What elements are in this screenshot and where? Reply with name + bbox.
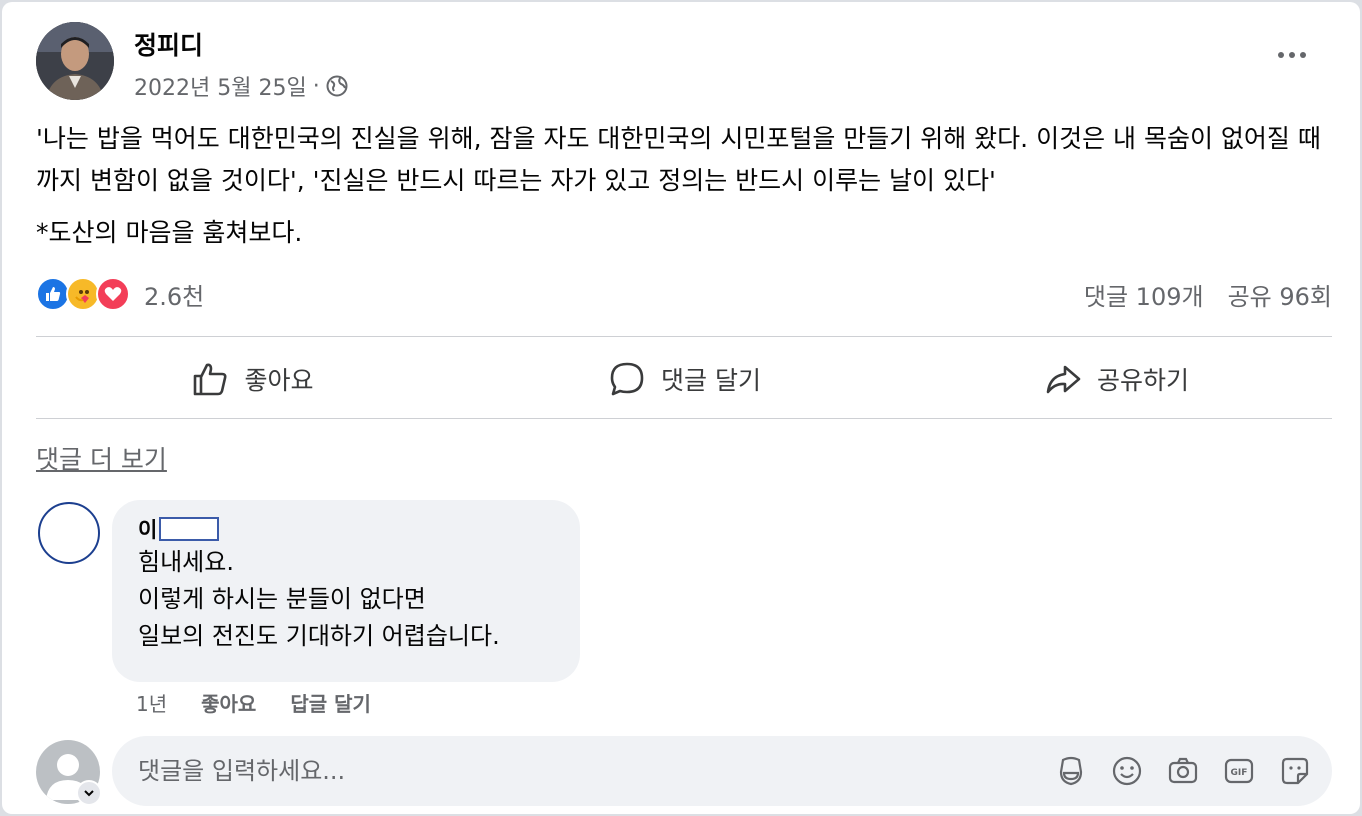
post-date[interactable]: 2022년 5월 25일	[134, 70, 307, 102]
comment-text-line: 이렇게 하시는 분들이 없다면	[138, 585, 426, 613]
post-meta: 2022년 5월 25일 ·	[134, 70, 348, 102]
comment-text-line: 일보의 전진도 기대하기 어렵습니다.	[138, 622, 500, 650]
comment-meta: 1년 좋아요 답글 달기	[136, 688, 371, 717]
reaction-count[interactable]: 2.6천	[144, 277, 204, 312]
comment-composer: GIF	[36, 736, 1332, 806]
divider	[36, 336, 1332, 337]
redaction-box	[159, 517, 220, 541]
share-count[interactable]: 공유 96회	[1228, 277, 1332, 312]
svg-text:GIF: GIF	[1231, 768, 1248, 778]
like-icon	[36, 277, 70, 311]
sticker-icon[interactable]	[1278, 754, 1312, 788]
emoji-icon[interactable]	[1110, 754, 1144, 788]
reactions-summary: 2.6천 댓글 109개 공유 96회	[36, 272, 1332, 316]
avatar-sticker-icon[interactable]	[1054, 754, 1088, 788]
meta-separator: ·	[312, 73, 320, 99]
comment-bubble-icon	[610, 362, 644, 396]
post-card: 정피디 2022년 5월 25일 · '나는 밥을 먹어도 대한민국의 진실을 …	[2, 2, 1360, 814]
share-arrow-icon	[1046, 365, 1081, 394]
comment-text-line: 힘내세요.	[138, 548, 234, 576]
author-avatar[interactable]	[36, 22, 114, 100]
thumbs-up-icon	[194, 363, 227, 396]
share-label: 공유하기	[1096, 366, 1189, 395]
commenter-name[interactable]: 이	[138, 514, 157, 544]
post-paragraph: '나는 밥을 먹어도 대한민국의 진실을 위해, 잠을 자도 대한민국의 시민포…	[36, 124, 1321, 195]
post-header: 정피디 2022년 5월 25일 ·	[36, 20, 1336, 104]
chevron-down-icon[interactable]	[76, 780, 102, 806]
share-button[interactable]: 공유하기	[900, 340, 1332, 418]
composer-tools: GIF	[1054, 754, 1312, 788]
commenter-avatar[interactable]	[38, 502, 100, 564]
view-more-comments-link[interactable]: 댓글 더 보기	[36, 440, 167, 476]
more-options-icon[interactable]	[1272, 40, 1312, 70]
post-stats: 댓글 109개 공유 96회	[1084, 277, 1332, 312]
reaction-icons[interactable]	[36, 277, 130, 311]
author-name[interactable]: 정피디	[134, 26, 203, 62]
comment-button[interactable]: 댓글 달기	[468, 340, 900, 418]
globe-icon[interactable]	[326, 75, 348, 97]
post-paragraph: *도산의 마음을 훔쳐보다.	[36, 218, 303, 247]
like-label: 좋아요	[244, 366, 314, 395]
love-icon	[96, 277, 130, 311]
comment-time[interactable]: 1년	[136, 688, 167, 717]
comment-reply-button[interactable]: 답글 달기	[290, 688, 371, 717]
post-actions: 좋아요 댓글 달기 공유하기	[36, 340, 1332, 418]
comment-bubble: 이 힘내세요. 이렇게 하시는 분들이 없다면 일보의 전진도 기대하기 어렵습…	[112, 500, 580, 682]
like-button[interactable]: 좋아요	[36, 340, 468, 418]
comment-count[interactable]: 댓글 109개	[1084, 277, 1204, 312]
commenter-name-row: 이	[138, 514, 554, 544]
divider	[36, 418, 1332, 419]
comment-label: 댓글 달기	[661, 366, 761, 395]
camera-icon[interactable]	[1166, 754, 1200, 788]
gif-icon[interactable]: GIF	[1222, 754, 1256, 788]
comment-like-button[interactable]: 좋아요	[201, 688, 256, 717]
post-body: '나는 밥을 먹어도 대한민국의 진실을 위해, 잠을 자도 대한민국의 시민포…	[36, 118, 1336, 264]
care-icon	[66, 277, 100, 311]
